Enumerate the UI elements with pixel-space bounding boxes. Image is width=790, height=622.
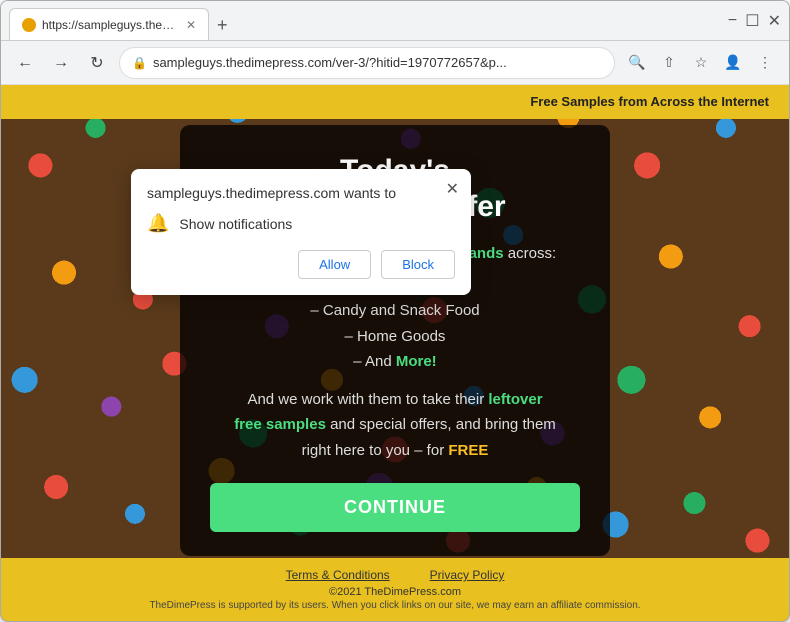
popup-permission-row: 🔔 Show notifications bbox=[147, 213, 455, 234]
menu-icon-btn[interactable]: ⋮ bbox=[751, 49, 779, 77]
popup-title: sampleguys.thedimepress.com wants to bbox=[147, 185, 455, 201]
allow-button[interactable]: Allow bbox=[298, 250, 371, 279]
address-text: sampleguys.thedimepress.com/ver-3/?hitid… bbox=[153, 55, 602, 70]
maximize-button[interactable]: ☐ bbox=[745, 11, 759, 31]
search-icon-btn[interactable]: 🔍 bbox=[623, 49, 651, 77]
lock-icon: 🔒 bbox=[132, 56, 147, 70]
for-free-text: FREE bbox=[448, 442, 488, 459]
tab-title: https://sampleguys.thedimepress. bbox=[42, 18, 176, 32]
minimize-button[interactable]: − bbox=[728, 12, 737, 30]
popup-buttons: Allow Block bbox=[147, 250, 455, 279]
nav-bar: ← → ↻ 🔒 sampleguys.thedimepress.com/ver-… bbox=[1, 41, 789, 85]
browser-frame: https://sampleguys.thedimepress. ✕ + − ☐… bbox=[0, 0, 790, 622]
window-controls: − ☐ ✕ bbox=[728, 11, 781, 31]
tab-close-button[interactable]: ✕ bbox=[186, 18, 196, 32]
yellow-header-bar: Free Samples from Across the Internet bbox=[1, 85, 789, 119]
terms-link[interactable]: Terms & Conditions bbox=[286, 568, 390, 582]
close-window-button[interactable]: ✕ bbox=[768, 11, 781, 31]
forward-button[interactable]: → bbox=[47, 49, 75, 77]
account-icon-btn[interactable]: 👤 bbox=[719, 49, 747, 77]
bell-icon: 🔔 bbox=[147, 213, 169, 234]
leftover-samples-link[interactable]: leftoverfree samples bbox=[234, 391, 542, 434]
popup-close-button[interactable]: ✕ bbox=[446, 179, 459, 199]
share-icon-btn[interactable]: ⇧ bbox=[655, 49, 683, 77]
title-bar: https://sampleguys.thedimepress. ✕ + − ☐… bbox=[1, 1, 789, 41]
copyright-text: ©2021 TheDimePress.com bbox=[11, 586, 779, 598]
tab-favicon bbox=[22, 18, 36, 32]
refresh-button[interactable]: ↻ bbox=[83, 49, 111, 77]
active-tab[interactable]: https://sampleguys.thedimepress. ✕ bbox=[9, 8, 209, 40]
bookmark-icon-btn[interactable]: ☆ bbox=[687, 49, 715, 77]
body-closing-line: And we work with them to take their left… bbox=[210, 387, 580, 464]
list-item: – Candy and Snack Food bbox=[210, 298, 580, 324]
tab-area: https://sampleguys.thedimepress. ✕ + bbox=[9, 1, 722, 40]
back-button[interactable]: ← bbox=[11, 49, 39, 77]
block-button[interactable]: Block bbox=[381, 250, 455, 279]
continue-button[interactable]: CONTINUE bbox=[210, 483, 580, 532]
notification-popup: ✕ sampleguys.thedimepress.com wants to 🔔… bbox=[131, 169, 471, 295]
page-footer: Terms & Conditions Privacy Policy ©2021 … bbox=[1, 558, 789, 621]
nav-icons: 🔍 ⇧ ☆ 👤 ⋮ bbox=[623, 49, 779, 77]
more-link[interactable]: More! bbox=[396, 353, 437, 370]
new-tab-button[interactable]: + bbox=[209, 11, 236, 40]
address-bar[interactable]: 🔒 sampleguys.thedimepress.com/ver-3/?hit… bbox=[119, 47, 615, 79]
permission-text: Show notifications bbox=[179, 216, 292, 232]
list-item: – And More! bbox=[210, 349, 580, 375]
footer-links: Terms & Conditions Privacy Policy bbox=[11, 568, 779, 582]
disclaimer-text: TheDimePress is supported by its users. … bbox=[11, 600, 779, 611]
list-item: – Home Goods bbox=[210, 324, 580, 350]
privacy-link[interactable]: Privacy Policy bbox=[430, 568, 505, 582]
header-bar-text: Free Samples from Across the Internet bbox=[530, 94, 769, 109]
page-content: Free Samples from Across the Internet To… bbox=[1, 85, 789, 621]
